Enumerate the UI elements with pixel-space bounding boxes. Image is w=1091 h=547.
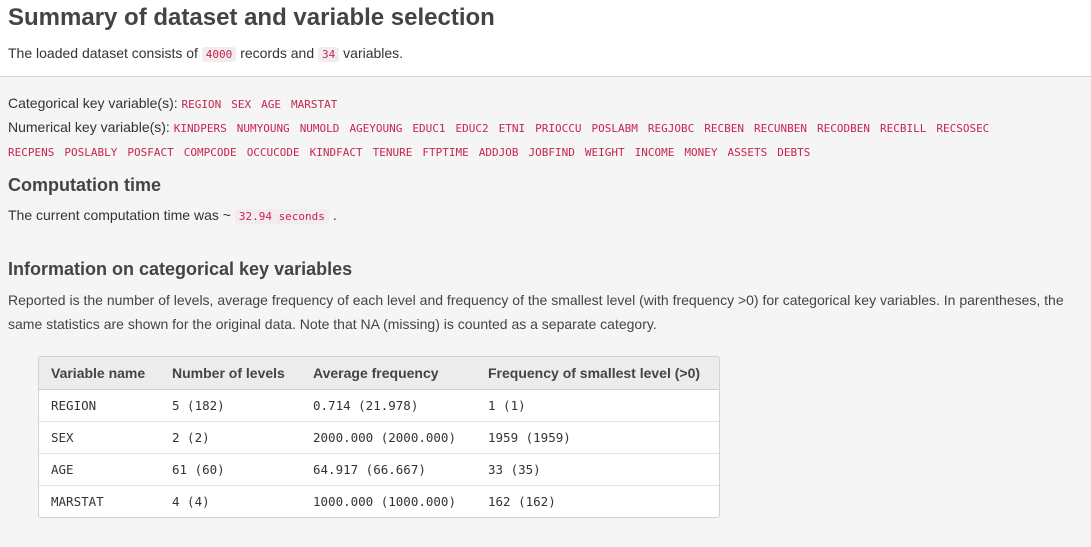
column-header-number-of-levels[interactable]: Number of levels	[160, 357, 301, 390]
variable-name-tag: RECPENS	[8, 146, 55, 159]
variable-name-tag: AGEYOUNG	[349, 122, 403, 135]
variable-name-tag: KINDPERS	[173, 122, 227, 135]
numerical-key-variables: Numerical key variable(s): KINDPERS NUMYO…	[8, 119, 999, 135]
numerical-variable-list: KINDPERS NUMYOUNG NUMOLD AGEYOUNG EDUC1 EDUC2…	[174, 119, 1000, 135]
variable-name-tag: RECUNBEN	[754, 122, 807, 135]
column-header-smallest-level-frequency[interactable]: Frequency of smallest level (>0)	[476, 357, 719, 390]
cell-average-frequency: 2000.000 (2000.000)	[301, 421, 476, 454]
table-header-row: Variable name Number of levels Average f…	[39, 357, 719, 390]
summary-header: Summary of dataset and variable selectio…	[0, 0, 1091, 77]
variable-name-tag: REGION	[181, 98, 222, 111]
variable-name-tag: ETNI	[498, 122, 526, 135]
variable-name-tag: JOBFIND	[528, 146, 575, 159]
variable-name-tag: MARSTAT	[291, 98, 338, 111]
table-row: SEX 2 (2) 2000.000 (2000.000) 1959 (1959…	[39, 421, 719, 454]
variable-name-tag: DEBTS	[777, 146, 811, 159]
variable-name-tag: REGJOBC	[647, 122, 695, 135]
variable-name-tag: OCCUCODE	[246, 146, 300, 159]
variable-name-tag: WEIGHT	[584, 146, 625, 159]
table-row: REGION 5 (182) 0.714 (21.978) 1 (1)	[39, 389, 719, 422]
numerical-label: Numerical key variable(s):	[8, 119, 170, 135]
cell-number-of-levels: 5 (182)	[160, 389, 301, 422]
computation-prefix: The current computation time was ~	[8, 207, 231, 223]
cell-variable-name: SEX	[39, 421, 160, 454]
cell-smallest-level-frequency: 33 (35)	[476, 453, 719, 486]
categorical-info-description: Reported is the number of levels, averag…	[8, 288, 1091, 336]
cell-average-frequency: 64.917 (66.667)	[301, 453, 476, 486]
variable-name-tag: MONEY	[684, 146, 718, 159]
computation-text: The current computation time was ~ 32.94…	[8, 207, 337, 224]
dataset-summary-text: The loaded dataset consists of 4000 reco…	[8, 45, 404, 62]
variable-name-tag: NUMOLD	[299, 122, 340, 135]
computation-time-value: 32.94 seconds	[234, 209, 329, 224]
variable-name-tag: INCOME	[634, 146, 675, 159]
table-row: AGE 61 (60) 64.917 (66.667) 33 (35)	[39, 453, 719, 486]
categorical-info-heading: Information on categorical key variables	[8, 259, 353, 279]
cell-smallest-level-frequency: 1959 (1959)	[476, 421, 719, 454]
cell-variable-name: AGE	[39, 453, 160, 486]
variable-name-tag: RECSOSEC	[936, 122, 990, 135]
cell-number-of-levels: 2 (2)	[160, 421, 301, 454]
cell-number-of-levels: 61 (60)	[160, 453, 301, 486]
cell-average-frequency: 1000.000 (1000.000)	[313, 494, 456, 509]
computation-suffix: .	[332, 207, 337, 223]
variable-name-tag: POSLABM	[591, 122, 638, 135]
variable-name-tag: RECBILL	[879, 122, 927, 135]
variable-name-tag: EDUC1	[412, 122, 446, 135]
variable-name-tag: COMPCODE	[183, 146, 237, 159]
categorical-variable-list: REGION SEX AGE MARSTAT	[182, 95, 348, 111]
variable-name-tag: PRIOCCU	[535, 122, 582, 135]
variable-name-tag: SEX	[231, 98, 252, 111]
variable-name-tag: ADDJOB	[478, 146, 519, 159]
categorical-label: Categorical key variable(s):	[8, 95, 178, 111]
numerical-variable-list-continued: RECPENS POSLABLY POSFACT COMPCODE OCCUCODE KI…	[8, 143, 820, 159]
column-header-average-frequency[interactable]: Average frequency	[301, 357, 476, 390]
variable-name-tag: POSLABLY	[64, 146, 118, 159]
page-title: Summary of dataset and variable selectio…	[8, 4, 495, 31]
variables-suffix: variables.	[343, 45, 404, 61]
variable-name-tag: AGE	[261, 98, 282, 111]
variable-name-tag: NUMYOUNG	[236, 122, 290, 135]
variable-name-tag: RECBEN	[704, 122, 744, 135]
variable-name-tag: EDUC2	[455, 122, 489, 135]
cell-number-of-levels: 4 (4)	[172, 494, 210, 509]
description-line-1: Reported is the number of levels, averag…	[8, 292, 1064, 308]
variable-name-tag: TENURE	[372, 146, 413, 159]
records-suffix: records and	[240, 45, 315, 61]
cell-variable-name: MARSTAT	[51, 494, 104, 509]
numerical-key-variables-continued: RECPENS POSLABLY POSFACT COMPCODE OCCUCODE KI…	[8, 143, 820, 159]
cell-smallest-level-frequency: 162 (162)	[488, 494, 556, 509]
records-count: 4000	[201, 47, 237, 62]
variable-name-tag: KINDFACT	[309, 146, 363, 159]
categorical-key-variables: Categorical key variable(s): REGION SEX AG…	[8, 95, 347, 111]
cell-smallest-level-frequency: 1 (1)	[476, 389, 719, 422]
cell-average-frequency: 0.714 (21.978)	[301, 389, 476, 422]
dataset-prefix: The loaded dataset consists of	[8, 45, 198, 61]
cell-variable-name: REGION	[39, 389, 160, 422]
column-header-variable-name[interactable]: Variable name	[39, 357, 160, 390]
variable-name-tag: FTPTIME	[422, 146, 469, 159]
variables-count: 34	[318, 47, 340, 62]
variable-name-tag: ASSETS	[727, 146, 768, 159]
variable-name-tag: RECODBEN	[816, 122, 870, 135]
table-row: MARSTAT 4 (4) 1000.000 (1000.000) 162 (1…	[39, 486, 719, 518]
description-line-2: same statistics are shown for the origin…	[8, 316, 657, 332]
computation-heading: Computation time	[8, 175, 161, 195]
categorical-info-table: Variable name Number of levels Average f…	[38, 356, 720, 518]
variable-name-tag: POSFACT	[127, 146, 174, 159]
